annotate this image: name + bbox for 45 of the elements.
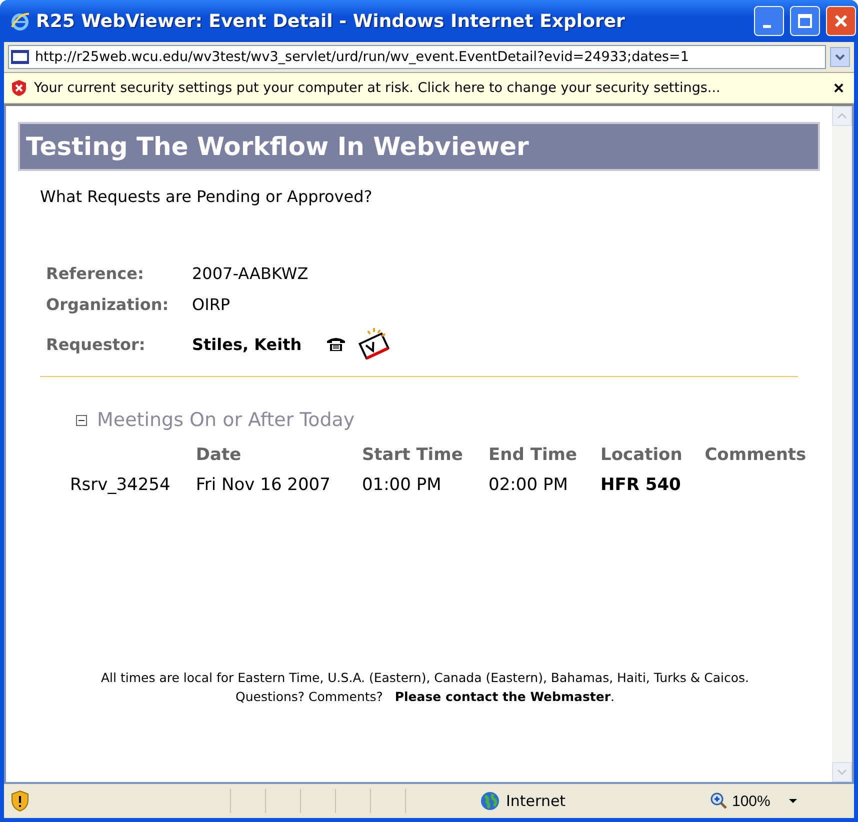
footer-text: Questions? Comments? Please contact the Webmaster. — [234, 689, 616, 704]
caret-icon — [788, 798, 798, 804]
column-header: End Time — [488, 444, 578, 467]
detail-value: 2007-AABKWZ — [192, 264, 308, 283]
column-header: Start Time — [362, 444, 464, 467]
detail-label: Requestor: — [46, 334, 146, 354]
detail-value: OIRP — [192, 295, 230, 314]
detail-label: Organization: — [46, 295, 170, 314]
minimize-icon — [763, 24, 771, 28]
event-description: What Requests are Pending or Approved? — [40, 187, 374, 206]
shield-icon[interactable] — [10, 790, 30, 812]
location-link[interactable]: HFR 540 — [600, 473, 705, 497]
table-cell-text: 02:00 PM — [488, 474, 569, 497]
window-title: R25 WebViewer: Event Detail - Windows Internet Explorer — [36, 10, 626, 32]
security-warning[interactable]: Your current security settings put your computer at risk. Click here to change your security settings... — [34, 80, 824, 96]
zone-label: Internet — [506, 792, 566, 810]
globe-icon — [480, 791, 500, 811]
zoom-icon — [710, 792, 728, 810]
dropdown-button[interactable] — [830, 47, 850, 67]
table-cell-text: Rsrv_34254 — [70, 474, 172, 497]
column-header: Location — [600, 444, 684, 467]
maximize-icon — [797, 13, 813, 29]
close-button[interactable]: × — [829, 78, 848, 98]
browser-logo-icon — [10, 11, 30, 31]
section-title: Meetings On or After Today — [97, 409, 355, 431]
minimize-button[interactable] — [754, 6, 784, 36]
vcard-icon[interactable] — [356, 326, 392, 362]
table-cell-text: Fri Nov 16 2007 — [196, 474, 332, 497]
maximize-button[interactable] — [790, 6, 820, 36]
close-button[interactable] — [826, 6, 856, 36]
zoom-button[interactable]: 100% — [710, 792, 798, 810]
detail-value: Stiles, Keith — [192, 334, 302, 354]
shield-icon — [10, 79, 28, 97]
collapse-icon[interactable] — [76, 414, 87, 426]
close-icon — [833, 13, 849, 29]
page-heading: Testing The Workflow In Webviewer — [18, 122, 820, 171]
column-header: Date — [196, 444, 242, 467]
address-field[interactable]: http://r25web.wcu.edu/wv3test/wv3_servlet/urd/run/wv_event.EventDetail?evid=24933;dates=1 — [8, 45, 826, 69]
chevron-down-icon — [835, 53, 845, 61]
footer-text: All times are local for Eastern Time, U.S.A. (Eastern), Canada (Eastern), Bahamas, Haiti, Turks & Caicos. — [100, 670, 750, 685]
detail-label: Reference: — [46, 264, 145, 283]
column-header: Comments — [704, 444, 808, 467]
phone-icon[interactable] — [326, 336, 346, 352]
site-icon — [11, 50, 29, 64]
table-cell-text: 01:00 PM — [362, 474, 442, 497]
